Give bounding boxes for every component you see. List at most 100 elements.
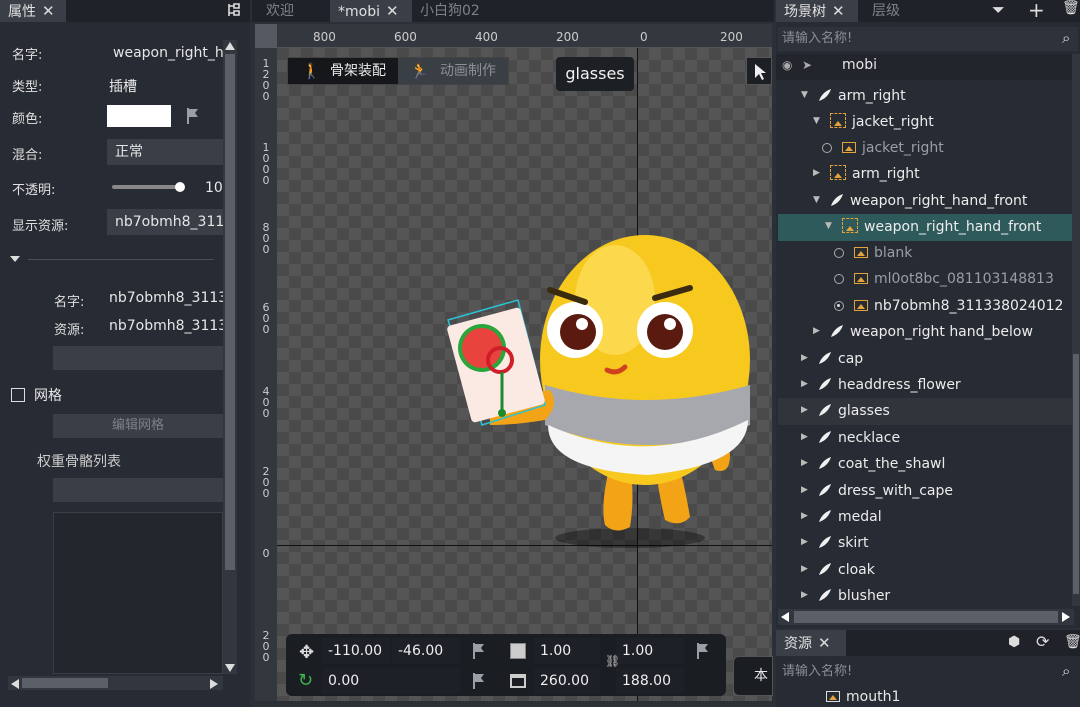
scale-y-field[interactable]: 1.00	[616, 638, 684, 664]
hscroll-left-icon[interactable]	[11, 679, 19, 689]
cursor-icon[interactable]: ➤	[802, 58, 812, 72]
properties-hscroll[interactable]	[8, 676, 223, 690]
tree-item[interactable]: arm_right	[830, 161, 920, 187]
close-icon[interactable]: ✕	[42, 2, 55, 20]
resource-search-input[interactable]: 请输入名称!	[778, 660, 1078, 684]
close-icon[interactable]: ✕	[818, 634, 831, 652]
name-field[interactable]: weapon_right_hand_front	[107, 40, 223, 66]
keyframe-flag-icon[interactable]	[186, 107, 200, 129]
tab-dog[interactable]: 小白狗02	[412, 0, 512, 22]
tree-item[interactable]: blank	[854, 240, 912, 266]
opacity-slider-track[interactable]	[112, 185, 182, 189]
delete-icon[interactable]: 🗑	[1062, 0, 1080, 16]
position-x-field[interactable]: -110.00	[322, 638, 390, 664]
tree-item[interactable]: jacket_right	[842, 135, 944, 161]
add-icon[interactable]: +	[1028, 0, 1045, 22]
tree-item[interactable]: nb7obmh8_311338024012	[854, 293, 1063, 319]
position-y-field[interactable]: -46.00	[392, 638, 460, 664]
tree-item[interactable]: cloak	[818, 557, 875, 583]
expand-right-icon[interactable]: ▶	[813, 326, 820, 336]
tab-scene-tree[interactable]: 场景树 ✕	[776, 0, 858, 22]
tab-mobi[interactable]: *mobi ✕	[330, 0, 412, 22]
expand-right-icon[interactable]: ▶	[801, 511, 808, 521]
expand-right-icon[interactable]: ▶	[801, 537, 808, 547]
hierarchy-toggle-icon[interactable]	[226, 2, 242, 18]
expand-right-icon[interactable]: ▶	[801, 353, 808, 363]
close-icon[interactable]: ✕	[386, 2, 399, 20]
sub-res-button[interactable]	[53, 346, 223, 370]
trash-icon[interactable]: 🗑	[1064, 634, 1080, 650]
tab-welcome[interactable]: 欢迎	[258, 0, 324, 22]
opacity-slider-handle[interactable]	[175, 182, 185, 192]
close-icon[interactable]: ✕	[832, 2, 845, 20]
character-artwork[interactable]	[430, 220, 760, 560]
tree-item[interactable]: skirt	[818, 530, 869, 556]
width-field[interactable]: 260.00	[534, 668, 600, 694]
scale-keyframe-flag-icon[interactable]	[696, 642, 710, 664]
tree-item[interactable]: ml0ot8bc_081103148813	[854, 266, 1054, 292]
tree-item[interactable]: necklace	[818, 425, 900, 451]
properties-scrollbar[interactable]	[223, 40, 237, 674]
link-chain-icon[interactable]: ⛓	[605, 654, 620, 668]
properties-scroll-thumb[interactable]	[225, 54, 235, 570]
display-field[interactable]: nb7obmh8_311338024012	[107, 209, 223, 235]
tree-vscrollbar[interactable]	[1072, 54, 1080, 606]
expand-right-icon[interactable]: ▶	[801, 405, 808, 415]
expand-down-icon[interactable]: ▼	[813, 116, 820, 126]
expand-right-icon[interactable]: ▶	[801, 485, 808, 495]
tree-item[interactable]: weapon_right_hand_front	[830, 188, 1027, 214]
tab-properties[interactable]: 属性 ✕	[0, 0, 66, 22]
hscroll-left-icon[interactable]	[781, 612, 789, 622]
tree-item[interactable]: blusher	[818, 583, 890, 609]
ben-button[interactable]: 本	[733, 656, 773, 696]
scroll-down-icon[interactable]	[225, 664, 235, 672]
edit-mesh-button[interactable]: 编辑网格	[53, 414, 223, 438]
expand-down-icon[interactable]: ▼	[801, 90, 808, 100]
position-keyframe-flag-icon[interactable]	[472, 642, 486, 664]
color-swatch[interactable]	[107, 105, 171, 127]
collapse-triangle-icon[interactable]	[10, 256, 20, 262]
anim-mode-button[interactable]: 🏃 动画制作	[398, 58, 508, 84]
hscroll-thumb[interactable]	[22, 678, 108, 688]
tree-item[interactable]: dress_with_cape	[818, 478, 953, 504]
expand-right-icon[interactable]: ▶	[801, 379, 808, 389]
weight-list-box[interactable]	[53, 512, 223, 674]
refresh-icon[interactable]: ⟳	[1036, 632, 1049, 651]
height-field[interactable]: 188.00	[616, 668, 684, 694]
tree-hscroll-thumb[interactable]	[794, 611, 1058, 623]
tree-item[interactable]: glasses	[818, 398, 890, 424]
resource-item[interactable]: mouth1	[826, 687, 900, 707]
tab-resources[interactable]: 资源 ✕	[776, 630, 846, 656]
scene-search-input[interactable]: 请输入名称!	[778, 27, 1078, 51]
expand-right-icon[interactable]: ▶	[801, 458, 808, 468]
tree-item[interactable]: weapon_right_hand_front	[842, 214, 1041, 240]
blend-select[interactable]: 正常	[107, 139, 223, 165]
opacity-value[interactable]: 100	[205, 180, 223, 196]
display-radio[interactable]	[834, 301, 844, 311]
tree-item[interactable]: medal	[818, 504, 882, 530]
expand-right-icon[interactable]: ▶	[813, 168, 820, 178]
search-icon[interactable]: ⌕	[1062, 29, 1070, 47]
scroll-up-icon[interactable]	[225, 42, 235, 50]
scale-x-field[interactable]: 1.00	[534, 638, 600, 664]
select-cursor-tool[interactable]	[746, 57, 772, 85]
display-radio[interactable]	[834, 248, 844, 258]
tree-item[interactable]: coat_the_shawl	[818, 451, 945, 477]
display-radio[interactable]	[834, 274, 844, 284]
tree-item[interactable]: jacket_right	[830, 109, 934, 135]
tree-scroll-thumb[interactable]	[1073, 354, 1079, 594]
tree-item[interactable]: weapon_right hand_below	[830, 319, 1033, 345]
rotation-keyframe-flag-icon[interactable]	[472, 672, 486, 694]
tab-layers[interactable]: 层级	[864, 0, 914, 22]
display-radio[interactable]	[822, 143, 832, 153]
rotation-field[interactable]: 0.00	[322, 668, 460, 694]
tree-item[interactable]: arm_right	[818, 83, 906, 109]
expand-right-icon[interactable]: ▶	[801, 564, 808, 574]
hscroll-right-icon[interactable]	[210, 679, 218, 689]
expand-down-icon[interactable]: ▼	[813, 195, 820, 205]
tree-item[interactable]: headdress_flower	[818, 372, 961, 398]
tree-hscrollbar[interactable]	[778, 609, 1074, 625]
expand-right-icon[interactable]: ▶	[801, 590, 808, 600]
expand-down-icon[interactable]: ▼	[825, 221, 832, 231]
root-row[interactable]: ◉ ➤ mobi	[776, 54, 1072, 80]
